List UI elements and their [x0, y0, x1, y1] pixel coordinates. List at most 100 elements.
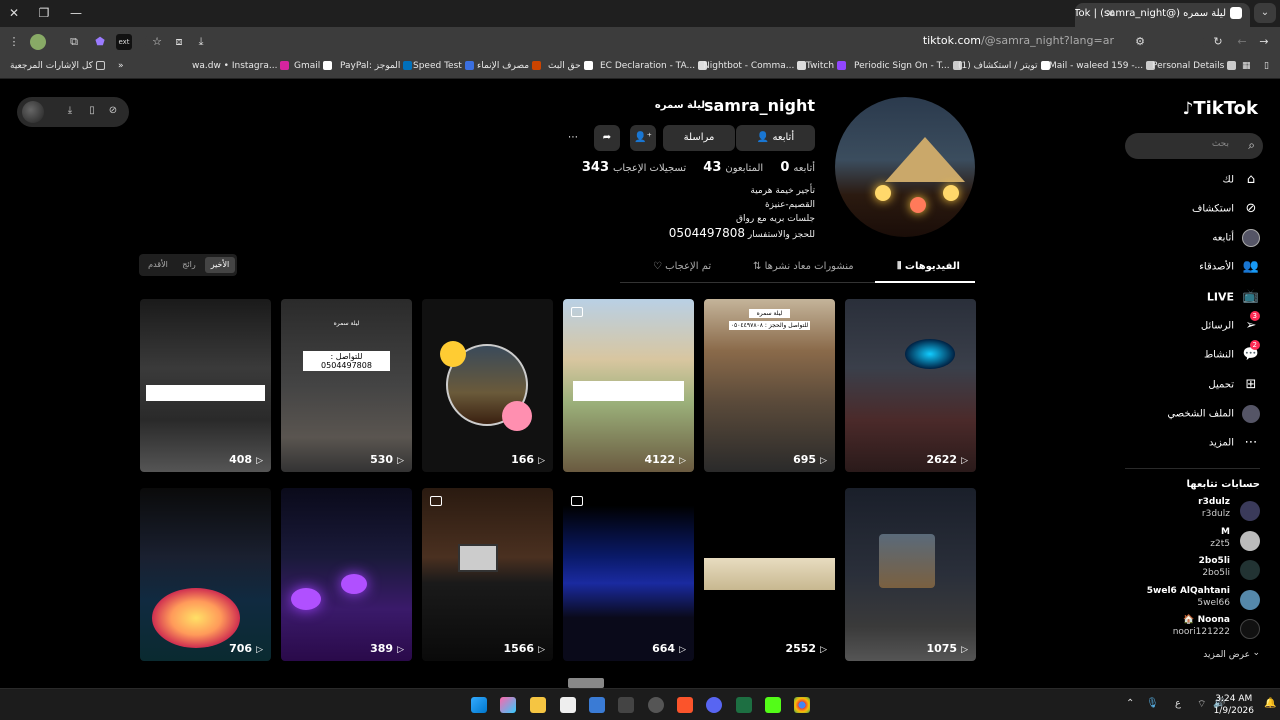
reload-icon[interactable]: ↻: [1210, 34, 1226, 50]
language-indicator[interactable]: ع: [1175, 698, 1181, 709]
video-card[interactable]: 2622 ▷: [845, 299, 976, 472]
bookmark-mail[interactable]: Mail - waleed 159 -...: [1049, 61, 1158, 71]
translate-icon[interactable]: ⧈: [171, 34, 187, 50]
close-window-icon[interactable]: ✕: [4, 4, 24, 22]
bookmark-personal-details[interactable]: Personal Details: [1152, 61, 1239, 71]
following-account[interactable]: M z2t5: [1140, 527, 1260, 555]
app-icon[interactable]: [648, 697, 664, 713]
video-card[interactable]: ليلة سمره للتواصل والحجز : ٠٥٠٤٤٩٧٨٠٨ 69…: [704, 299, 835, 472]
bookmark-alinma[interactable]: مصرف الإنماء: [477, 61, 544, 71]
site-settings-icon[interactable]: ⚙: [1132, 34, 1148, 50]
profile-avatar[interactable]: [835, 97, 975, 237]
bookmark-periodic-signon[interactable]: Periodic Sign On - T...: [854, 61, 965, 71]
video-card[interactable]: 4122 ▷: [563, 299, 694, 472]
tray-chevron-icon[interactable]: ⌃: [1126, 698, 1134, 709]
sort-popular[interactable]: رائج: [175, 257, 203, 273]
file-explorer-icon[interactable]: [530, 697, 546, 713]
message-button[interactable]: مراسلة: [663, 125, 735, 151]
sidebar-item-live[interactable]: 📺LIVE: [1207, 288, 1260, 308]
compass-icon[interactable]: ⊘: [106, 104, 120, 118]
extensions-icon[interactable]: ⧉: [66, 34, 82, 50]
ext-extension-icon[interactable]: ext: [116, 34, 132, 50]
download-icon[interactable]: ⤓: [63, 104, 77, 118]
store-icon[interactable]: [589, 697, 605, 713]
excel-icon[interactable]: [736, 697, 752, 713]
video-card[interactable]: ليلة سمره للتواصل : 0504497808 530 ▷: [281, 299, 412, 472]
discord-icon[interactable]: [706, 697, 722, 713]
forward-icon[interactable]: ←: [1234, 34, 1250, 50]
see-more-link[interactable]: عرض المزيد: [1203, 650, 1250, 660]
following-account[interactable]: r3dulz r3dulz: [1140, 497, 1260, 525]
sidebar-item-foryou[interactable]: ⌂لك: [1223, 171, 1260, 191]
notifications-icon[interactable]: 🔔: [1264, 698, 1276, 709]
sort-latest[interactable]: الأخير: [205, 257, 235, 273]
tiktok-logo[interactable]: TikTok♪: [1179, 98, 1258, 119]
mobile-icon[interactable]: ▯: [85, 104, 99, 118]
sidebar-item-messages[interactable]: ➢ 3 الرسائل: [1201, 311, 1260, 337]
tab-videos[interactable]: الفيديوهات ⦀: [897, 261, 960, 272]
start-icon[interactable]: [471, 697, 487, 713]
menu-dots-icon[interactable]: ⋮: [6, 34, 22, 50]
video-card[interactable]: 389 ▷: [281, 488, 412, 661]
bookmark-nightbot[interactable]: Nightbot - Comma...: [703, 61, 809, 71]
sidebar-item-upload[interactable]: ⊞تحميل: [1208, 376, 1260, 396]
search-input[interactable]: بحث ⌕: [1125, 133, 1263, 159]
bookmark-paypal[interactable]: PayPal: الموجز: [340, 61, 415, 71]
clock[interactable]: 3:24 AM 1/9/2026: [1214, 693, 1254, 717]
widget-avatar[interactable]: [22, 101, 44, 123]
side-panel-icon[interactable]: ▯: [1264, 61, 1269, 71]
bookmarks-overflow-icon[interactable]: »: [118, 61, 124, 71]
video-card[interactable]: 706 ▷: [140, 488, 271, 661]
video-card[interactable]: 664 ▷: [563, 488, 694, 661]
wifi-icon[interactable]: ⌔: [1197, 698, 1206, 711]
bookmark-ec-declaration[interactable]: EC Declaration - TA...: [600, 61, 710, 71]
bookmark-gmail[interactable]: Gmail: [294, 61, 335, 71]
video-card[interactable]: 166 ▷: [422, 299, 553, 472]
following-account[interactable]: 5wel6 AlQahtani 5wel66: [1140, 586, 1260, 614]
bookmark-instagram[interactable]: wa.dw • Instagra...: [192, 61, 292, 71]
kick-icon[interactable]: [765, 697, 781, 713]
bookmark-twitch[interactable]: Twitch: [806, 61, 849, 71]
back-icon[interactable]: →: [1256, 34, 1272, 50]
more-options-icon[interactable]: ⋯: [560, 125, 586, 151]
video-card[interactable]: 1566 ▷: [422, 488, 553, 661]
address-bar[interactable]: ☆ ⧈ ⤓ tiktok.com/@samra_night?lang=ar ⚙: [145, 30, 1204, 54]
shield-extension-icon[interactable]: ⬟: [92, 34, 108, 50]
restore-window-icon[interactable]: ❐: [34, 4, 54, 22]
share-icon[interactable]: ➦: [594, 125, 620, 151]
tab-liked[interactable]: تم الإعجاب ♡: [653, 261, 711, 272]
suggest-accounts-icon[interactable]: 👤⁺: [630, 125, 656, 151]
tab-close-icon[interactable]: ✕: [1106, 7, 1115, 20]
profile-avatar-icon[interactable]: [30, 34, 46, 50]
search-icon[interactable]: ⌕: [1248, 138, 1255, 153]
apps-grid-icon[interactable]: ▦: [1242, 61, 1251, 71]
microphone-icon[interactable]: 🎙: [1146, 698, 1159, 709]
chrome-icon[interactable]: [794, 697, 810, 713]
following-button[interactable]: 👤 أتابعه: [736, 125, 815, 151]
following-account[interactable]: 🏠 Noona noori121222: [1140, 615, 1260, 643]
minimize-window-icon[interactable]: —: [66, 4, 86, 22]
sidebar-item-explore[interactable]: ⊘استكشاف: [1192, 200, 1260, 220]
copilot-icon[interactable]: [500, 697, 516, 713]
bookmark-speedtest[interactable]: Speed Test: [413, 61, 477, 71]
sidebar-item-more[interactable]: ⋯المزيد: [1209, 434, 1260, 454]
tab-reposts[interactable]: منشورات معاد نشرها ⇅: [753, 261, 854, 272]
sidebar-item-activity[interactable]: 💬 2 النشاط: [1204, 340, 1260, 366]
sidebar-item-profile[interactable]: الملف الشخصي: [1167, 405, 1260, 425]
bookmark-broadcast[interactable]: حق البث: [548, 61, 596, 71]
browser-tab[interactable]: ليلة سمره (@samra_night) | TikTok: [1075, 3, 1250, 27]
video-card[interactable]: 1075 ▷: [845, 488, 976, 661]
sidebar-item-following[interactable]: أتابعه: [1212, 229, 1260, 249]
notepad-icon[interactable]: [560, 697, 576, 713]
sort-oldest[interactable]: الأقدم: [143, 257, 173, 273]
star-bookmark-icon[interactable]: ☆: [149, 34, 165, 50]
video-card[interactable]: 408 ▷: [140, 299, 271, 472]
bookmark-all[interactable]: كل الإشارات المرجعية: [10, 61, 108, 71]
install-app-icon[interactable]: ⤓: [193, 34, 209, 50]
brave-icon[interactable]: [677, 697, 693, 713]
following-account[interactable]: 2bo5li 2bo5li: [1140, 556, 1260, 584]
sidebar-item-friends[interactable]: 👥الأصدقاء: [1199, 258, 1260, 278]
tab-search-icon[interactable]: ⌄: [1254, 3, 1276, 23]
calculator-icon[interactable]: [618, 697, 634, 713]
bookmark-twitter[interactable]: (1) تويتر / استكشاف: [958, 61, 1053, 71]
